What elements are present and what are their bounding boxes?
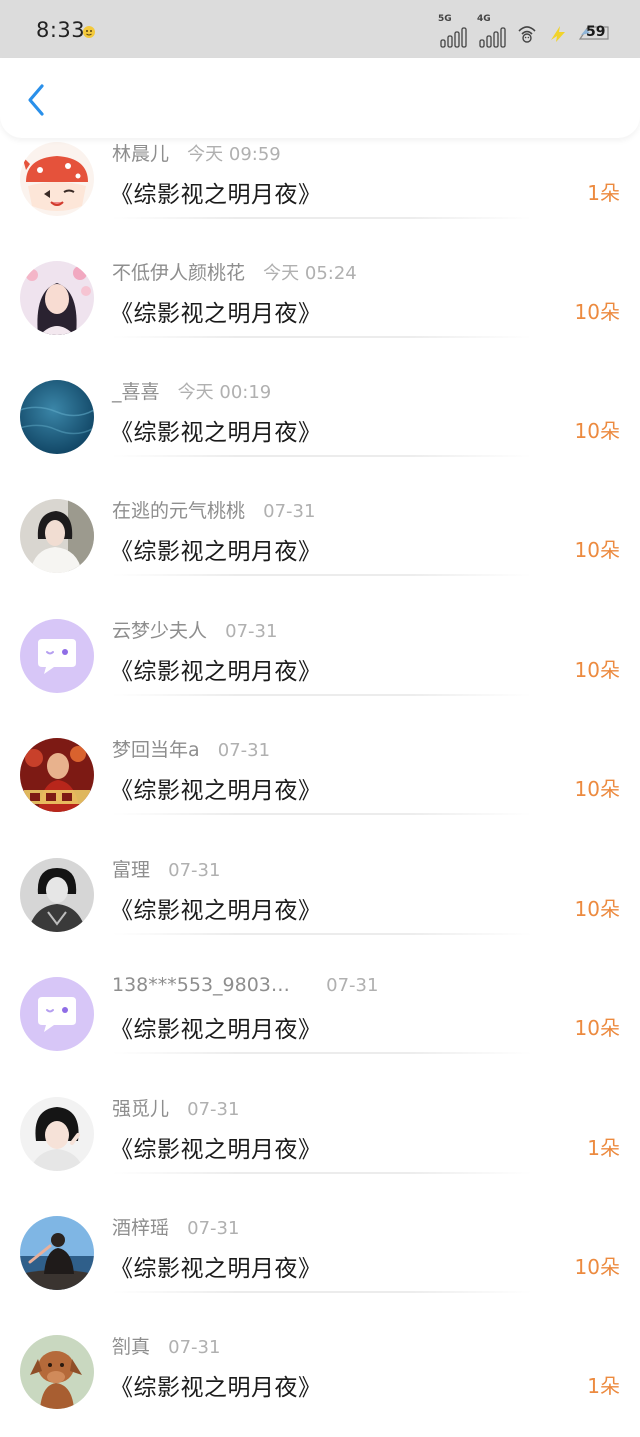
flower-count: 1朵 bbox=[587, 1374, 620, 1398]
list-item[interactable]: 138***553_9803… 07-31 《综影视之明月夜》 10朵 bbox=[0, 960, 640, 1079]
flower-count: 10朵 bbox=[574, 419, 620, 443]
send-time: 07-31 bbox=[187, 1218, 240, 1239]
ocean-avatar[interactable] bbox=[20, 380, 94, 454]
flower-count: 10朵 bbox=[574, 300, 620, 324]
row-divider bbox=[112, 574, 532, 576]
flower-count: 10朵 bbox=[574, 1255, 620, 1279]
chevron-left-icon bbox=[28, 84, 44, 116]
seaside-photo-avatar[interactable] bbox=[20, 1216, 94, 1290]
monochrome-portrait-avatar[interactable] bbox=[20, 858, 94, 932]
list-item[interactable]: 梦回当年a 07-31 《综影视之明月夜》 10朵 bbox=[0, 721, 640, 840]
list-item[interactable]: _喜喜 今天 00:19 《综影视之明月夜》 10朵 bbox=[0, 363, 640, 482]
list-item[interactable]: 林晨儿 今天 09:59 《综影视之明月夜》 1朵 bbox=[0, 125, 640, 244]
book-title: 《综影视之明月夜》 bbox=[110, 539, 322, 565]
sender-name: 在逃的元气桃桃 07-31 bbox=[112, 500, 316, 522]
book-title: 《综影视之明月夜》 bbox=[110, 659, 322, 685]
book-title: 《综影视之明月夜》 bbox=[110, 182, 322, 208]
flower-count: 1朵 bbox=[587, 181, 620, 205]
default-chat-avatar[interactable] bbox=[20, 619, 94, 693]
girl-portrait-avatar[interactable] bbox=[20, 261, 94, 335]
book-title: 《综影视之明月夜》 bbox=[110, 778, 322, 804]
row-divider bbox=[112, 455, 532, 457]
book-title: 《综影视之明月夜》 bbox=[110, 1137, 322, 1163]
row-divider bbox=[112, 1052, 532, 1054]
back-button[interactable] bbox=[16, 80, 56, 120]
movie-poster-avatar[interactable] bbox=[20, 738, 94, 812]
send-time: 07-31 bbox=[225, 621, 278, 642]
send-time: 07-31 bbox=[326, 975, 379, 996]
book-title: 《综影视之明月夜》 bbox=[110, 898, 322, 924]
row-divider bbox=[112, 1172, 532, 1174]
sender-name: 云梦少夫人 07-31 bbox=[112, 620, 278, 642]
sender-name: 劄真 07-31 bbox=[112, 1336, 221, 1358]
row-divider bbox=[112, 1291, 532, 1293]
book-title: 《综影视之明月夜》 bbox=[110, 1256, 322, 1282]
default-chat-avatar[interactable] bbox=[20, 977, 94, 1051]
row-divider bbox=[112, 694, 532, 696]
child-portrait-avatar[interactable] bbox=[20, 1097, 94, 1171]
send-time: 07-31 bbox=[187, 1099, 240, 1120]
row-divider bbox=[112, 217, 532, 219]
send-time: 07-31 bbox=[263, 501, 316, 522]
sender-name: 138***553_9803… 07-31 bbox=[112, 974, 379, 996]
sender-name: 不低伊人颜桃花 今天 05:24 bbox=[112, 262, 357, 284]
flower-count: 1朵 bbox=[587, 1136, 620, 1160]
row-divider bbox=[112, 813, 532, 815]
dog-photo-avatar[interactable] bbox=[20, 1335, 94, 1409]
flower-count: 10朵 bbox=[574, 658, 620, 682]
list-item[interactable]: 不低伊人颜桃花 今天 05:24 《综影视之明月夜》 10朵 bbox=[0, 244, 640, 363]
list-item[interactable]: 劄真 07-31 《综影视之明月夜》 1朵 bbox=[0, 1318, 640, 1437]
sender-name: 酒梓瑶 07-31 bbox=[112, 1217, 240, 1239]
list-item[interactable]: 云梦少夫人 07-31 《综影视之明月夜》 10朵 bbox=[0, 602, 640, 721]
list-item[interactable]: 强觅儿 07-31 《综影视之明月夜》 1朵 bbox=[0, 1080, 640, 1199]
book-title: 《综影视之明月夜》 bbox=[110, 1017, 322, 1043]
send-time: 今天 09:59 bbox=[187, 144, 281, 165]
list-item[interactable]: 在逃的元气桃桃 07-31 《综影视之明月夜》 10朵 bbox=[0, 482, 640, 601]
flower-count: 10朵 bbox=[574, 777, 620, 801]
book-title: 《综影视之明月夜》 bbox=[110, 301, 322, 327]
navigation-bar bbox=[0, 58, 640, 138]
flower-count: 10朵 bbox=[574, 538, 620, 562]
send-time: 07-31 bbox=[168, 860, 221, 881]
flower-count: 10朵 bbox=[574, 1016, 620, 1040]
send-time: 07-31 bbox=[217, 740, 271, 761]
book-title: 《综影视之明月夜》 bbox=[110, 420, 322, 446]
sender-name: 富理 07-31 bbox=[112, 859, 221, 881]
gift-record-list: 林晨儿 今天 09:59 《综影视之明月夜》 1朵 不低伊人颜桃花 今天 05:… bbox=[0, 0, 640, 1409]
list-item[interactable]: 富理 07-31 《综影视之明月夜》 10朵 bbox=[0, 841, 640, 960]
sender-name: 梦回当年a 07-31 bbox=[112, 739, 271, 761]
row-divider bbox=[112, 336, 532, 338]
send-time: 今天 00:19 bbox=[177, 382, 272, 403]
row-divider bbox=[112, 933, 532, 935]
bow-character-avatar[interactable] bbox=[20, 142, 94, 216]
sender-name: _喜喜 今天 00:19 bbox=[112, 381, 272, 403]
portrait-avatar[interactable] bbox=[20, 499, 94, 573]
send-time: 今天 05:24 bbox=[263, 263, 357, 284]
book-title: 《综影视之明月夜》 bbox=[110, 1375, 322, 1401]
list-item[interactable]: 酒梓瑶 07-31 《综影视之明月夜》 10朵 bbox=[0, 1199, 640, 1318]
sender-name: 强觅儿 07-31 bbox=[112, 1098, 240, 1120]
sender-name: 林晨儿 今天 09:59 bbox=[112, 143, 281, 165]
flower-count: 10朵 bbox=[574, 897, 620, 921]
send-time: 07-31 bbox=[168, 1337, 221, 1358]
